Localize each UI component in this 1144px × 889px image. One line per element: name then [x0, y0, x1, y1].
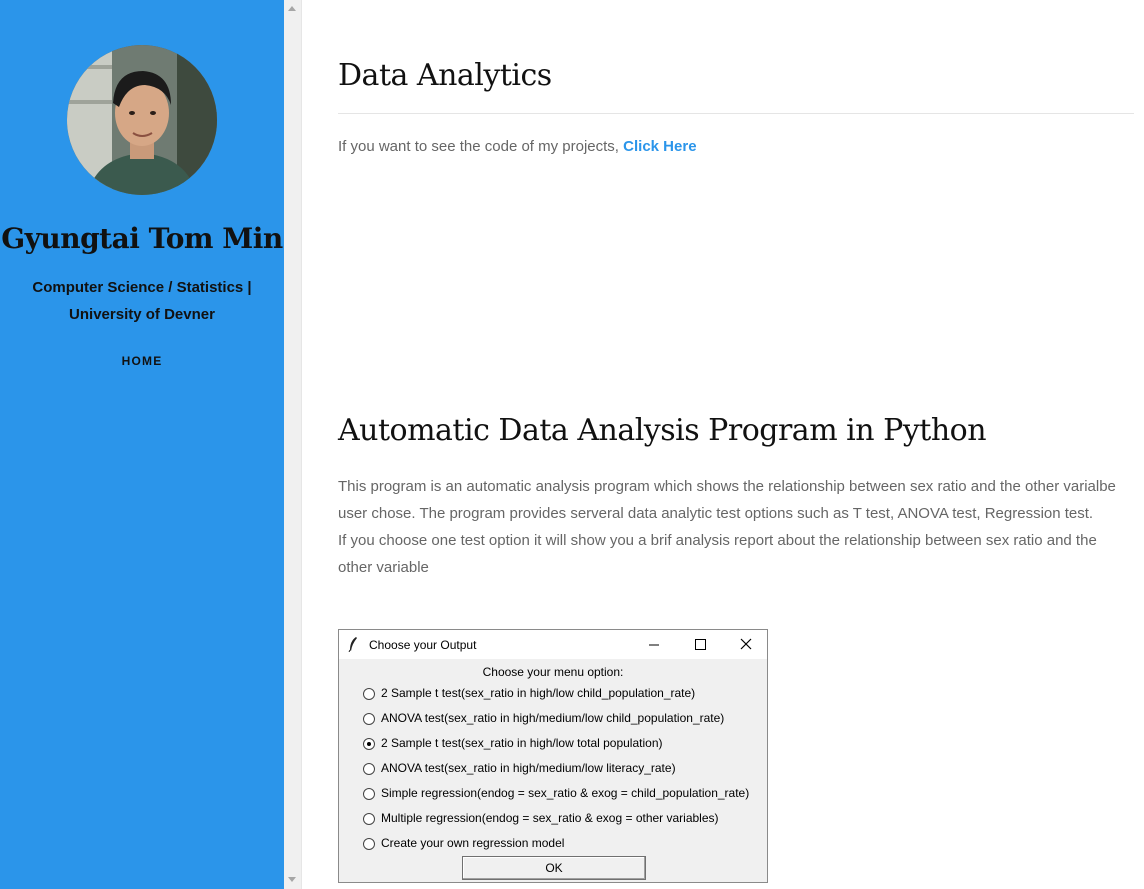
profile-name: Gyungtai Tom Min: [1, 222, 283, 255]
option-label-2: ANOVA test(sex_ratio in high/medium/low …: [381, 711, 725, 725]
dialog-title: Choose your Output: [369, 638, 477, 652]
section-title: Automatic Data Analysis Program in Pytho…: [338, 413, 987, 448]
option-label-1: 2 Sample t test(sex_ratio in high/low ch…: [381, 686, 696, 700]
radio-button-2[interactable]: [363, 713, 375, 725]
description-paragraph-2: If you choose one test option it will sh…: [338, 532, 1097, 576]
radio-button-7[interactable]: [363, 838, 375, 850]
maximize-icon: [695, 639, 706, 650]
description-paragraph-1: This program is an automatic analysis pr…: [338, 478, 1116, 522]
page-scrollbar[interactable]: [284, 0, 302, 889]
intro-text: If you want to see the code of my projec…: [338, 138, 619, 155]
section-description: This program is an automatic analysis pr…: [338, 473, 1134, 581]
scroll-up-arrow-icon[interactable]: [288, 6, 296, 11]
page-title: Data Analytics: [338, 58, 552, 93]
scroll-down-arrow-icon[interactable]: [288, 877, 296, 882]
radio-button-4[interactable]: [363, 763, 375, 775]
option-label-7: Create your own regression model: [381, 836, 565, 850]
option-label-6: Multiple regression(endog = sex_ratio & …: [381, 811, 719, 825]
close-button[interactable]: [723, 630, 769, 659]
ok-button[interactable]: OK: [462, 856, 646, 880]
tk-feather-icon: [348, 637, 357, 652]
click-here-link[interactable]: Click Here: [623, 138, 696, 155]
radio-button-3-selected[interactable]: [363, 738, 375, 750]
option-label-4: ANOVA test(sex_ratio in high/medium/low …: [381, 761, 676, 775]
profile-photo: [67, 45, 217, 195]
title-divider: [338, 113, 1134, 114]
dialog-titlebar: Choose your Output: [339, 630, 767, 659]
option-label-5: Simple regression(endog = sex_ratio & ex…: [381, 786, 750, 800]
option-label-3: 2 Sample t test(sex_ratio in high/low to…: [381, 736, 663, 750]
close-icon: [740, 638, 752, 650]
subtitle-line2: University of Devner: [69, 306, 215, 323]
maximize-button[interactable]: [677, 630, 723, 659]
sidebar: Gyungtai Tom Min Computer Science / Stat…: [0, 0, 284, 889]
menu-heading: Choose your menu option:: [482, 665, 624, 679]
subtitle-line1: Computer Science / Statistics |: [32, 279, 252, 296]
intro-line: If you want to see the code of my projec…: [338, 138, 697, 155]
avatar: [67, 45, 217, 195]
profile-subtitle: Computer Science / Statistics | Universi…: [20, 274, 264, 328]
radio-button-5[interactable]: [363, 788, 375, 800]
radio-button-6[interactable]: [363, 813, 375, 825]
minimize-button[interactable]: [631, 630, 677, 659]
radio-button-1[interactable]: [363, 688, 375, 700]
nav-home-link[interactable]: HOME: [0, 354, 284, 368]
minimize-icon: [649, 644, 659, 646]
output-dialog-screenshot: Choose your Output Choose your menu opti…: [338, 629, 768, 883]
